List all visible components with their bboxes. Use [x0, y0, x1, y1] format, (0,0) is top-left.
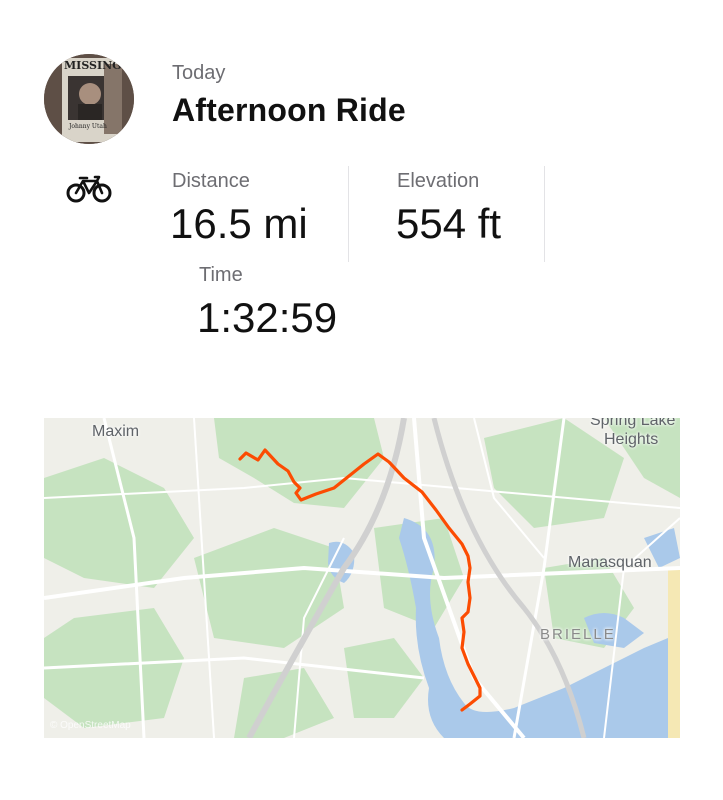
map-label-spring-lake: Spring Lake — [590, 418, 676, 429]
avatar[interactable]: MISSING Johnny Utah — [44, 54, 134, 144]
activity-date: Today — [172, 62, 226, 84]
map-label-heights: Heights — [604, 431, 659, 448]
route-map[interactable]: Maxim Spring Lake Heights Manasquan BRIE… — [44, 418, 680, 738]
avatar-poster-text: MISSING — [64, 59, 122, 72]
activity-title[interactable]: Afternoon Ride — [172, 92, 406, 129]
time-value: 1:32:59 — [197, 294, 338, 341]
stat-divider — [348, 166, 349, 262]
map-beach — [668, 568, 680, 738]
map-attribution[interactable]: © OpenStreetMap — [50, 720, 131, 731]
avatar-poster-caption: Johnny Utah — [69, 123, 107, 130]
map-label-brielle: BRIELLE — [540, 626, 616, 643]
time-label: Time — [199, 264, 243, 286]
distance-label: Distance — [172, 170, 250, 192]
map-label-maxim: Maxim — [92, 423, 140, 440]
elevation-value: 554 ft — [396, 200, 502, 247]
stat-divider — [544, 166, 545, 262]
map-label-manasquan: Manasquan — [568, 554, 652, 571]
bicycle-icon — [66, 175, 112, 203]
distance-value: 16.5 mi — [170, 200, 308, 247]
map-canvas — [44, 418, 680, 738]
elevation-label: Elevation — [397, 170, 480, 192]
